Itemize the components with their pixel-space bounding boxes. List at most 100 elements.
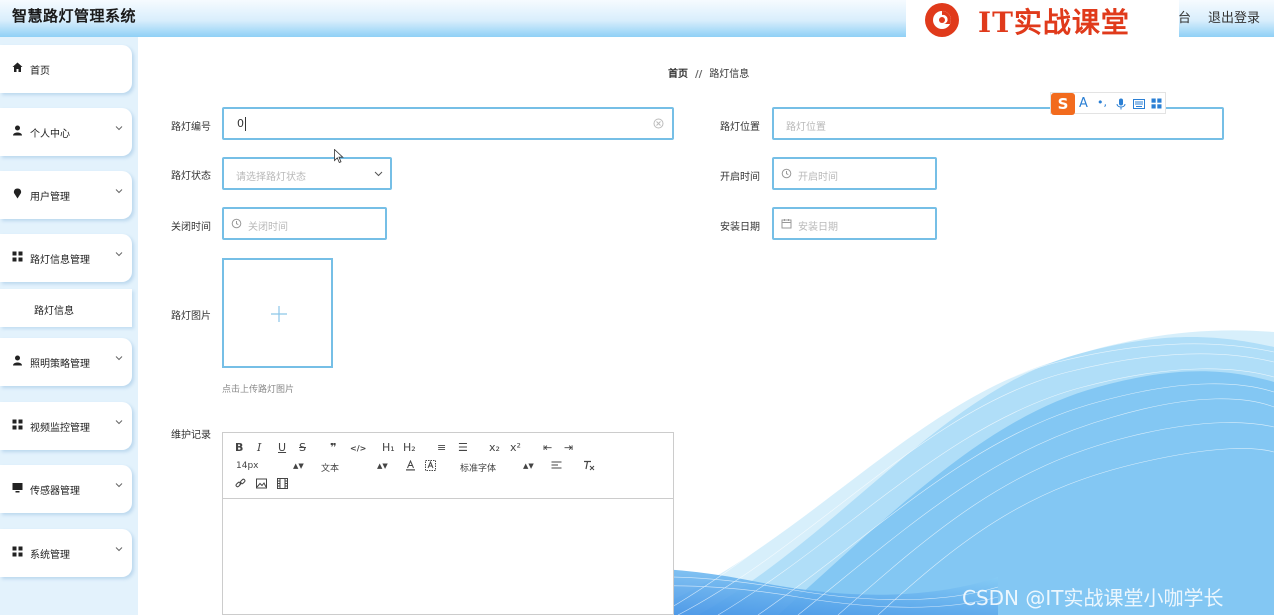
sidebar-item-video-monitoring[interactable]: 视频监控管理 bbox=[0, 402, 132, 450]
clear-format-icon[interactable] bbox=[583, 460, 595, 471]
heading1-button[interactable]: H₁ bbox=[382, 442, 395, 454]
close-time-placeholder: 关闭时间 bbox=[248, 222, 288, 233]
streetlight-number-value: 0 bbox=[237, 117, 244, 130]
plus-icon bbox=[271, 306, 287, 322]
streetlight-number-input[interactable]: 0 bbox=[222, 107, 674, 140]
app-title: 智慧路灯管理系统 bbox=[12, 7, 137, 25]
ime-punct-icon[interactable]: •, bbox=[1097, 96, 1107, 109]
sidebar-item-label: 视频监控管理 bbox=[30, 423, 90, 434]
video-icon[interactable] bbox=[277, 478, 288, 489]
breadcrumb-home[interactable]: 首页 bbox=[668, 69, 688, 80]
sidebar-item-label: 用户管理 bbox=[30, 192, 70, 203]
grid-icon bbox=[12, 251, 23, 262]
code-block-button[interactable]: </> bbox=[350, 443, 366, 455]
sidebar-item-streetlight-info-mgmt[interactable]: 路灯信息管理 bbox=[0, 234, 132, 282]
link-icon[interactable] bbox=[235, 478, 246, 489]
open-time-input[interactable]: 开启时间 bbox=[772, 157, 937, 190]
italic-button[interactable]: I bbox=[257, 442, 261, 454]
font-color-icon[interactable] bbox=[405, 460, 416, 471]
sidebar-item-label: 系统管理 bbox=[30, 550, 70, 561]
close-time-label: 关闭时间 bbox=[171, 222, 211, 233]
sidebar-item-lighting-strategy[interactable]: 照明策略管理 bbox=[0, 338, 132, 386]
monitor-icon bbox=[12, 483, 23, 493]
backend-link[interactable]: 台 bbox=[1178, 7, 1191, 26]
chevron-down-icon bbox=[115, 547, 123, 552]
blockquote-button[interactable]: ❞ bbox=[330, 442, 336, 454]
sidebar-item-users[interactable]: 用户管理 bbox=[0, 171, 132, 219]
sidebar-item-label: 路灯信息管理 bbox=[30, 255, 90, 266]
ime-toolbar[interactable]: S A •, bbox=[1050, 92, 1166, 115]
keyboard-icon[interactable] bbox=[1133, 99, 1145, 109]
top-header: 智慧路灯管理系统 IT实战课堂 台 退出登录 bbox=[0, 0, 1274, 39]
outdent-button[interactable]: ⇤ bbox=[543, 442, 552, 454]
background-color-icon[interactable] bbox=[425, 460, 436, 471]
heading2-button[interactable]: H₂ bbox=[403, 442, 416, 454]
ordered-list-button[interactable]: ≡ bbox=[437, 442, 446, 454]
strike-button[interactable]: S bbox=[299, 442, 306, 454]
brand-text: IT实战课堂 bbox=[978, 6, 1130, 39]
underline-button[interactable]: U bbox=[278, 442, 286, 454]
sidebar-subitem-label: 路灯信息 bbox=[34, 306, 74, 317]
streetlight-location-label: 路灯位置 bbox=[720, 122, 760, 133]
sidebar-item-label: 个人中心 bbox=[30, 129, 70, 140]
install-date-input[interactable]: 安装日期 bbox=[772, 207, 937, 240]
logout-link[interactable]: 退出登录 bbox=[1208, 7, 1260, 26]
mouse-cursor-icon bbox=[334, 149, 344, 164]
ime-logo-icon: S bbox=[1051, 93, 1075, 115]
text-cursor bbox=[245, 117, 246, 131]
chevron-down-icon bbox=[115, 483, 123, 488]
sidebar-item-system[interactable]: 系统管理 bbox=[0, 529, 132, 577]
user-icon bbox=[13, 355, 22, 366]
sidebar-item-personal[interactable]: 个人中心 bbox=[0, 108, 132, 156]
streetlight-image-label: 路灯图片 bbox=[171, 311, 211, 322]
image-icon[interactable] bbox=[256, 478, 267, 489]
close-time-input[interactable]: 关闭时间 bbox=[222, 207, 387, 240]
streetlight-status-select[interactable]: 请选择路灯状态 bbox=[222, 157, 392, 190]
clock-icon bbox=[781, 168, 792, 179]
sidebar-item-label: 照明策略管理 bbox=[30, 359, 90, 370]
sidebar-item-home[interactable]: 首页 bbox=[0, 45, 132, 93]
sort-arrows-icon: ▲▼ bbox=[523, 462, 534, 470]
text-type-select[interactable]: 文本 bbox=[321, 461, 339, 474]
status-placeholder: 请选择路灯状态 bbox=[236, 172, 306, 183]
sidebar-item-label: 首页 bbox=[30, 66, 50, 77]
superscript-button[interactable]: x² bbox=[510, 442, 521, 454]
location-placeholder: 路灯位置 bbox=[786, 122, 826, 133]
breadcrumb-current: 路灯信息 bbox=[709, 69, 750, 80]
upload-tip: 点击上传路灯图片 bbox=[222, 385, 295, 395]
indent-button[interactable]: ⇥ bbox=[564, 442, 573, 454]
subscript-button[interactable]: x₂ bbox=[489, 442, 500, 454]
bold-button[interactable]: B bbox=[235, 442, 243, 454]
chevron-down-icon bbox=[115, 252, 123, 257]
sidebar-item-label: 传感器管理 bbox=[30, 486, 80, 497]
clock-icon bbox=[231, 218, 242, 229]
brand-logo-icon bbox=[925, 3, 959, 37]
sidebar: 首页 个人中心 用户管理 路灯信息管理 路灯信息 照明策略管理 视频监控管理 传… bbox=[0, 37, 138, 615]
streetlight-number-label: 路灯编号 bbox=[171, 122, 211, 133]
image-upload-box[interactable] bbox=[222, 258, 333, 368]
toolbox-icon[interactable] bbox=[1151, 98, 1162, 109]
calendar-icon bbox=[781, 219, 792, 229]
open-time-placeholder: 开启时间 bbox=[798, 172, 838, 183]
chevron-down-icon bbox=[115, 420, 123, 425]
ime-text-icon[interactable]: A bbox=[1079, 96, 1088, 111]
sidebar-item-sensor[interactable]: 传感器管理 bbox=[0, 465, 132, 513]
sort-arrows-icon: ▲▼ bbox=[293, 462, 304, 470]
rich-text-editor[interactable]: B I U S ❞ </> H₁ H₂ ≡ ☰ x₂ x² ⇤ ⇥ 14px ▲… bbox=[222, 432, 674, 615]
bullet-list-button[interactable]: ☰ bbox=[458, 442, 468, 454]
chevron-down-icon bbox=[115, 356, 123, 361]
align-icon[interactable] bbox=[551, 460, 562, 471]
user-icon bbox=[13, 125, 22, 136]
font-family-select[interactable]: 标准字体 bbox=[460, 461, 496, 474]
font-size-select[interactable]: 14px bbox=[236, 461, 259, 471]
watermark: CSDN @IT实战课堂小咖学长 bbox=[962, 586, 1224, 610]
chevron-down-icon bbox=[115, 126, 123, 131]
brand-banner: IT实战课堂 bbox=[906, 0, 1179, 39]
clear-circle-icon[interactable] bbox=[653, 118, 664, 129]
chevron-down-icon bbox=[374, 171, 383, 177]
sidebar-subitem-streetlight-info[interactable]: 路灯信息 bbox=[0, 289, 132, 327]
home-icon bbox=[12, 62, 23, 72]
microphone-icon[interactable] bbox=[1116, 98, 1126, 110]
chevron-down-icon bbox=[115, 189, 123, 194]
breadcrumb-separator: // bbox=[695, 69, 703, 80]
